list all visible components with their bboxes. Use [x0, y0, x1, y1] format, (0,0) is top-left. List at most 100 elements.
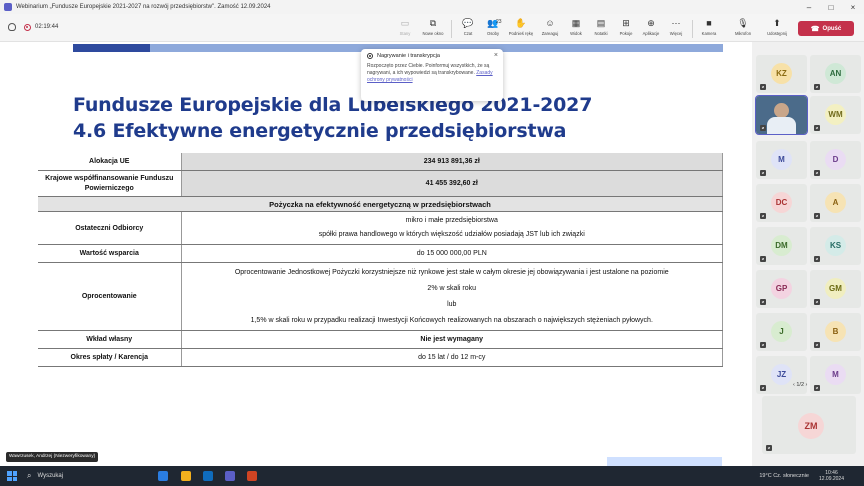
mic-muted-icon: ⌀: [760, 213, 766, 219]
row-value: 41 455 392,60 zł: [181, 170, 723, 197]
mic-muted-icon: ⌀: [814, 299, 820, 305]
meeting-timer: 02:19:44: [35, 24, 59, 30]
mic-muted-icon: ⌀: [814, 125, 820, 131]
teams-taskbar-icon[interactable]: [225, 471, 235, 481]
camera-button[interactable]: ■ Kamera: [695, 18, 723, 40]
avatar: GP: [771, 278, 792, 299]
participant-video-head: [774, 103, 789, 118]
mic-muted-icon: ⌀: [760, 256, 766, 262]
participant-tile[interactable]: GM ⌀: [810, 270, 861, 308]
participant-tile[interactable]: A ⌀: [810, 184, 861, 222]
mic-muted-icon: ⌀: [814, 385, 820, 391]
mic-muted-icon: ⌀: [814, 256, 820, 262]
new-window-button[interactable]: ⧉ Nowe okno: [419, 18, 447, 40]
recording-icon: [367, 53, 373, 59]
camera-icon: ■: [706, 18, 712, 28]
powerpoint-app-icon[interactable]: [247, 471, 257, 481]
avatar: ZM: [798, 413, 824, 439]
row-value-line: Oprocentowanie Jednostkowej Pożyczki kor…: [234, 269, 669, 276]
pager-next-icon[interactable]: ›: [804, 382, 808, 388]
stage-button[interactable]: ▭ Stany: [391, 18, 419, 40]
chat-button[interactable]: 💬 Czat: [454, 18, 482, 40]
raise-hand-button[interactable]: ✋ Podnieś rękę: [507, 18, 535, 40]
view-button[interactable]: ▦ Widok: [562, 18, 590, 40]
windows-start-icon[interactable]: [7, 471, 17, 481]
slide-title: Fundusze Europejskie dla Lubelskiego 202…: [73, 94, 593, 116]
shared-presentation: Fundusze Europejskie dla Lubelskiego 202…: [0, 42, 752, 466]
outlook-app-icon[interactable]: [203, 471, 213, 481]
presenter-name-tag: Wawrzusek, Andrzej (Niezweryfikowany): [6, 452, 99, 462]
system-tray: 19°C Cz. słonecznie 10:46 12.09.2024: [759, 466, 864, 486]
edge-app-icon[interactable]: [158, 471, 168, 481]
rooms-button[interactable]: ⊞ Pokoje: [612, 18, 640, 40]
react-button[interactable]: ☺ Zareaguj: [536, 18, 564, 40]
taskbar-clock[interactable]: 10:46 12.09.2024: [819, 470, 844, 482]
row-value: do 15 000 000,00 PLN: [181, 244, 723, 263]
window-controls: – □ ×: [798, 3, 864, 12]
avatar: KS: [825, 235, 846, 256]
table-row: Wkład własny Nie jest wymagany: [38, 330, 723, 349]
participant-video-tile[interactable]: ⌀: [755, 95, 808, 135]
close-window-icon[interactable]: ×: [842, 3, 864, 12]
mic-muted-icon: ⌀: [814, 213, 820, 219]
avatar: D: [825, 149, 846, 170]
taskbar-search[interactable]: ⌕ Wyszukaj: [27, 471, 63, 481]
avatar: KZ: [771, 63, 792, 84]
taskbar-search-label: Wyszukaj: [37, 473, 64, 479]
participant-tile[interactable]: M ⌀: [810, 356, 861, 394]
participant-tile[interactable]: DM ⌀: [756, 227, 807, 265]
participants-pager: ‹ 1/2 ›: [793, 382, 808, 388]
close-icon[interactable]: ×: [494, 52, 498, 59]
participant-tile[interactable]: JZ ⌀: [756, 356, 807, 394]
participant-tile[interactable]: M ⌀: [756, 141, 807, 179]
mic-icon: 🎙: [737, 18, 749, 28]
minimize-icon[interactable]: –: [798, 3, 820, 12]
section-title: Pożyczka na efektywność energetyczną w p…: [38, 196, 723, 212]
hand-icon: ✋: [515, 18, 527, 28]
smiley-icon: ☺: [545, 18, 555, 28]
leave-button[interactable]: ☎ Opuść: [798, 21, 854, 36]
toolbar-divider: [692, 20, 693, 38]
search-icon: ⌕: [27, 471, 32, 480]
table-row: Oprocentowanie Oprocentowanie Jednostkow…: [38, 262, 723, 331]
apps-button[interactable]: ⊕ Aplikacje: [637, 18, 665, 40]
participant-tile[interactable]: J ⌀: [756, 313, 807, 351]
people-button[interactable]: 👥 23 Osoby: [479, 18, 507, 40]
row-value: mikro i małe przedsiębiorstwa spółki pra…: [181, 211, 723, 245]
row-label: Ostateczni Odbiorcy: [38, 211, 182, 245]
mic-muted-icon: ⌀: [760, 299, 766, 305]
people-count: 23: [496, 19, 502, 25]
participant-tile[interactable]: KS ⌀: [810, 227, 861, 265]
windows-taskbar: ⌕ Wyszukaj: [0, 466, 864, 486]
notification-header: Nagrywanie i transkrypcja: [367, 53, 497, 59]
row-label: Okres spłaty / Karencja: [38, 348, 182, 367]
maximize-icon[interactable]: □: [820, 3, 842, 12]
notes-button[interactable]: ▤ Notatki: [587, 18, 615, 40]
participant-tile[interactable]: WM ⌀: [810, 96, 861, 134]
row-value-line: mikro i małe przedsiębiorstwa: [405, 217, 498, 224]
toolbar-divider: [451, 20, 452, 38]
weather-widget[interactable]: 19°C Cz. słonecznie: [759, 473, 809, 479]
slide-bottom-accent: [607, 457, 722, 466]
avatar: A: [825, 192, 846, 213]
avatar: WM: [825, 104, 846, 125]
more-icon: ⋯: [671, 18, 681, 28]
notes-icon: ▤: [596, 18, 606, 28]
shield-icon[interactable]: [8, 23, 16, 31]
row-value: 234 913 891,36 zł: [181, 153, 723, 171]
avatar: JZ: [771, 364, 792, 385]
participant-tile[interactable]: D ⌀: [810, 141, 861, 179]
participant-tile[interactable]: B ⌀: [810, 313, 861, 351]
more-button[interactable]: ⋯ Więcej: [662, 18, 690, 40]
explorer-app-icon[interactable]: [181, 471, 191, 481]
row-value: do 15 lat / do 12 m-cy: [181, 348, 723, 367]
mic-button[interactable]: 🎙 Mikrofon: [729, 18, 757, 40]
notification-body: Rozpoczęto przez Ciebie. Poinformuj wszy…: [367, 63, 493, 83]
participant-tile[interactable]: ZM ⌀: [762, 396, 856, 454]
share-button[interactable]: ⬆ Udostępnij: [763, 18, 791, 40]
participant-tile[interactable]: GP ⌀: [756, 270, 807, 308]
participant-tile[interactable]: AN ⌀: [810, 55, 861, 93]
recording-icon: [24, 23, 31, 31]
participant-tile[interactable]: DC ⌀: [756, 184, 807, 222]
participant-tile[interactable]: KZ ⌀: [756, 55, 807, 93]
